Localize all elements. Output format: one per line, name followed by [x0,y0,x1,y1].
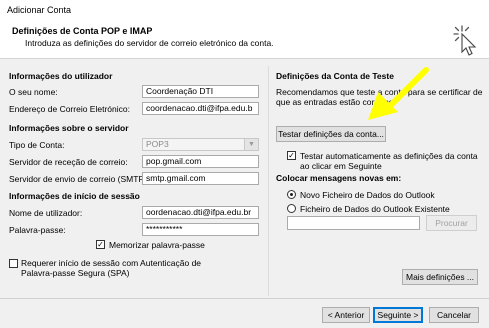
account-type-select: POP3 ▼ [142,138,259,151]
more-settings-button[interactable]: Mais definições ... [402,269,478,285]
auto-test-label-line1: Testar automaticamente as definições da … [300,151,478,161]
chevron-down-icon: ▼ [244,139,258,150]
outgoing-server-label: Servidor de envio de correio (SMTP): [9,174,150,184]
new-data-file-label: Novo Ficheiro de Dados do Outlook [300,190,435,200]
cursor-click-icon [453,25,477,56]
page-subtitle: Introduza as definições do servidor de c… [25,38,274,48]
incoming-server-field[interactable]: pop.gmail.com [142,155,259,168]
username-field[interactable]: oordenacao.dti@ifpa.edu.br [142,206,259,219]
login-info-section: Informações de início de sessão [9,191,140,201]
remember-password-checkbox[interactable]: ✓ [96,240,105,249]
name-label: O seu nome: [9,87,58,97]
annotation-arrow-icon [368,67,429,120]
remember-password-label: Memorizar palavra-passe [109,240,205,250]
new-data-file-radio[interactable] [287,190,296,199]
spa-checkbox[interactable] [9,259,18,268]
title-bar: Adicionar Conta [0,0,489,21]
page-title: Definições de Conta POP e IMAP [12,26,153,36]
existing-data-file-label: Ficheiro de Dados do Outlook Existente [300,204,450,214]
name-field[interactable]: Coordenação DTI [142,85,259,98]
outgoing-server-field[interactable]: smtp.gmail.com [142,172,259,185]
auto-test-label-line2: ao clicar em Seguinte [300,161,382,171]
footer-divider [0,298,489,299]
email-field[interactable]: coordenacao.dti@ifpa.edu.b [142,102,259,115]
account-type-value: POP3 [146,139,169,149]
next-button[interactable]: Seguinte > [373,307,423,323]
data-file-path-field [287,216,420,230]
incoming-server-label: Servidor de receção de correio: [9,157,128,167]
password-field[interactable]: *********** [142,223,259,236]
test-account-settings-button[interactable]: Testar definições da conta... [276,126,386,142]
spa-label-line1: Requerer início de sessão com Autenticaç… [21,258,202,268]
user-info-section: Informações do utilizador [9,71,113,81]
spa-label-line2: Palavra-passe Segura (SPA) [21,268,130,278]
username-label: Nome de utilizador: [9,208,83,218]
browse-button: Procurar [426,215,477,231]
delivery-section: Colocar mensagens novas em: [276,173,402,183]
window-title: Adicionar Conta [7,5,72,15]
server-info-section: Informações sobre o servidor [9,123,129,133]
back-button[interactable]: < Anterior [322,307,370,323]
wizard-header: Definições de Conta POP e IMAP Introduza… [0,20,489,59]
email-label: Endereço de Correio Eletrónico: [9,104,130,114]
existing-data-file-radio[interactable] [287,204,296,213]
auto-test-checkbox[interactable]: ✓ [287,151,296,160]
password-label: Palavra-passe: [9,225,66,235]
column-divider [268,66,269,296]
account-type-label: Tipo de Conta: [9,140,65,150]
cancel-button[interactable]: Cancelar [429,307,479,323]
